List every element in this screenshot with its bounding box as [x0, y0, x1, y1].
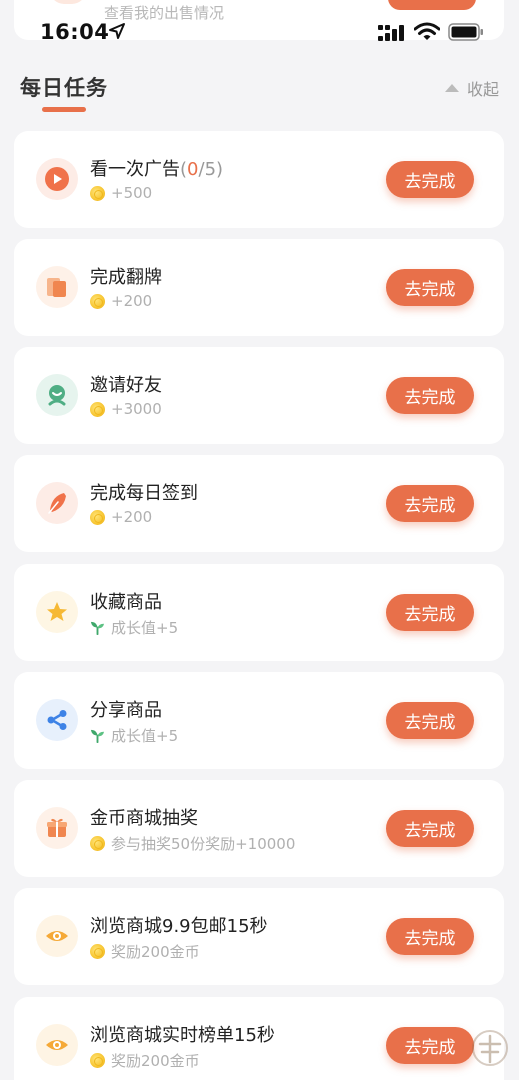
task-card-browse-ranking: 浏览商城实时榜单15秒 奖励200金币 去完成	[14, 997, 504, 1080]
sprout-icon	[90, 729, 105, 743]
go-complete-button[interactable]: 去完成	[386, 918, 474, 955]
coin-icon	[90, 401, 105, 417]
collapse-label: 收起	[466, 80, 499, 99]
task-card-browse-free-shipping: 浏览商城9.9包邮15秒 奖励200金币 去完成	[14, 888, 504, 985]
task-card-share-item: 分享商品 成长值+5 去完成	[14, 672, 504, 769]
coin-icon	[90, 944, 105, 959]
go-complete-button[interactable]: 去完成	[386, 810, 474, 847]
task-reward-text: 奖励200金币	[111, 943, 200, 961]
daily-tasks-page: 查看我的出售情况 16:04 每日任务 收起 看一次广告(0/5) +500 去…	[0, 0, 519, 1080]
task-card-daily-checkin: 完成每日签到 +200 去完成	[14, 455, 504, 552]
task-card-favorite-item: 收藏商品 成长值+5 去完成	[14, 564, 504, 661]
status-bar: 16:04	[0, 0, 519, 64]
cards-icon	[36, 266, 78, 308]
task-reward-text: 成长值+5	[111, 619, 179, 637]
gift-icon	[36, 807, 78, 849]
coin-icon	[90, 836, 105, 851]
eye-icon	[36, 1024, 78, 1066]
battery-icon	[448, 23, 483, 41]
task-reward-text: 参与抽奖50份奖励+10000	[111, 835, 296, 853]
section-title: 每日任务	[20, 76, 108, 100]
task-title: 浏览商城实时榜单15秒	[90, 1025, 275, 1046]
task-progress-total: 5	[204, 159, 217, 180]
task-reward: 参与抽奖50份奖励+10000	[90, 833, 295, 854]
task-card-mall-lottery: 金币商城抽奖 参与抽奖50份奖励+10000 去完成	[14, 780, 504, 877]
task-progress-close: )	[216, 159, 224, 180]
task-progress-open: (	[180, 159, 188, 180]
task-title-text: 看一次广告	[90, 159, 180, 180]
task-reward: +500	[90, 184, 152, 202]
go-complete-button[interactable]: 去完成	[386, 269, 474, 306]
task-title: 金币商城抽奖	[90, 808, 198, 829]
task-card-watch-ad: 看一次广告(0/5) +500 去完成	[14, 131, 504, 228]
task-reward-text: 成长值+5	[111, 727, 179, 745]
go-complete-button[interactable]: 去完成	[386, 594, 474, 631]
task-title: 完成翻牌	[90, 267, 162, 288]
play-icon	[36, 158, 78, 200]
location-arrow-icon	[109, 23, 125, 39]
coin-icon	[90, 1053, 105, 1068]
task-reward: +3000	[90, 400, 162, 418]
friend-icon	[36, 374, 78, 416]
task-reward: +200	[90, 508, 152, 526]
task-title: 浏览商城9.9包邮15秒	[90, 916, 268, 937]
task-title: 看一次广告(0/5)	[90, 155, 223, 181]
star-icon	[36, 591, 78, 633]
task-card-invite-friends: 邀请好友 +3000 去完成	[14, 347, 504, 444]
task-progress-done: 0	[187, 159, 199, 180]
coin-icon	[90, 293, 105, 309]
task-card-flip-cards: 完成翻牌 +200 去完成	[14, 239, 504, 336]
cellular-signal-icon	[378, 25, 404, 41]
task-reward: 奖励200金币	[90, 941, 200, 962]
collapse-button[interactable]: 收起	[444, 76, 499, 100]
task-reward-text: +3000	[111, 400, 162, 418]
task-reward-text: +500	[111, 184, 153, 202]
task-title: 分享商品	[90, 700, 162, 721]
go-complete-button[interactable]: 去完成	[386, 1027, 474, 1064]
go-complete-button[interactable]: 去完成	[386, 485, 474, 522]
task-reward: 成长值+5	[90, 617, 178, 638]
task-title: 完成每日签到	[90, 483, 198, 504]
eye-icon	[36, 915, 78, 957]
coin-icon	[90, 509, 105, 525]
feather-icon	[36, 482, 78, 524]
status-time: 16:04	[40, 20, 110, 44]
collapse-caret-icon	[444, 84, 459, 92]
coin-icon	[90, 185, 105, 201]
task-reward: 奖励200金币	[90, 1050, 200, 1071]
section-title-underline	[42, 107, 86, 112]
task-reward: +200	[90, 292, 152, 310]
task-title: 收藏商品	[90, 592, 162, 613]
task-title: 邀请好友	[90, 375, 162, 396]
go-complete-button[interactable]: 去完成	[386, 161, 474, 198]
task-reward-text: +200	[111, 508, 153, 526]
task-reward-text: 奖励200金币	[111, 1052, 200, 1070]
watermark-logo	[472, 1030, 508, 1066]
task-reward-text: +200	[111, 292, 153, 310]
task-reward: 成长值+5	[90, 725, 178, 746]
go-complete-button[interactable]: 去完成	[386, 702, 474, 739]
sprout-icon	[90, 621, 105, 635]
wifi-icon	[414, 22, 440, 40]
go-complete-button[interactable]: 去完成	[386, 377, 474, 414]
share-icon	[36, 699, 78, 741]
